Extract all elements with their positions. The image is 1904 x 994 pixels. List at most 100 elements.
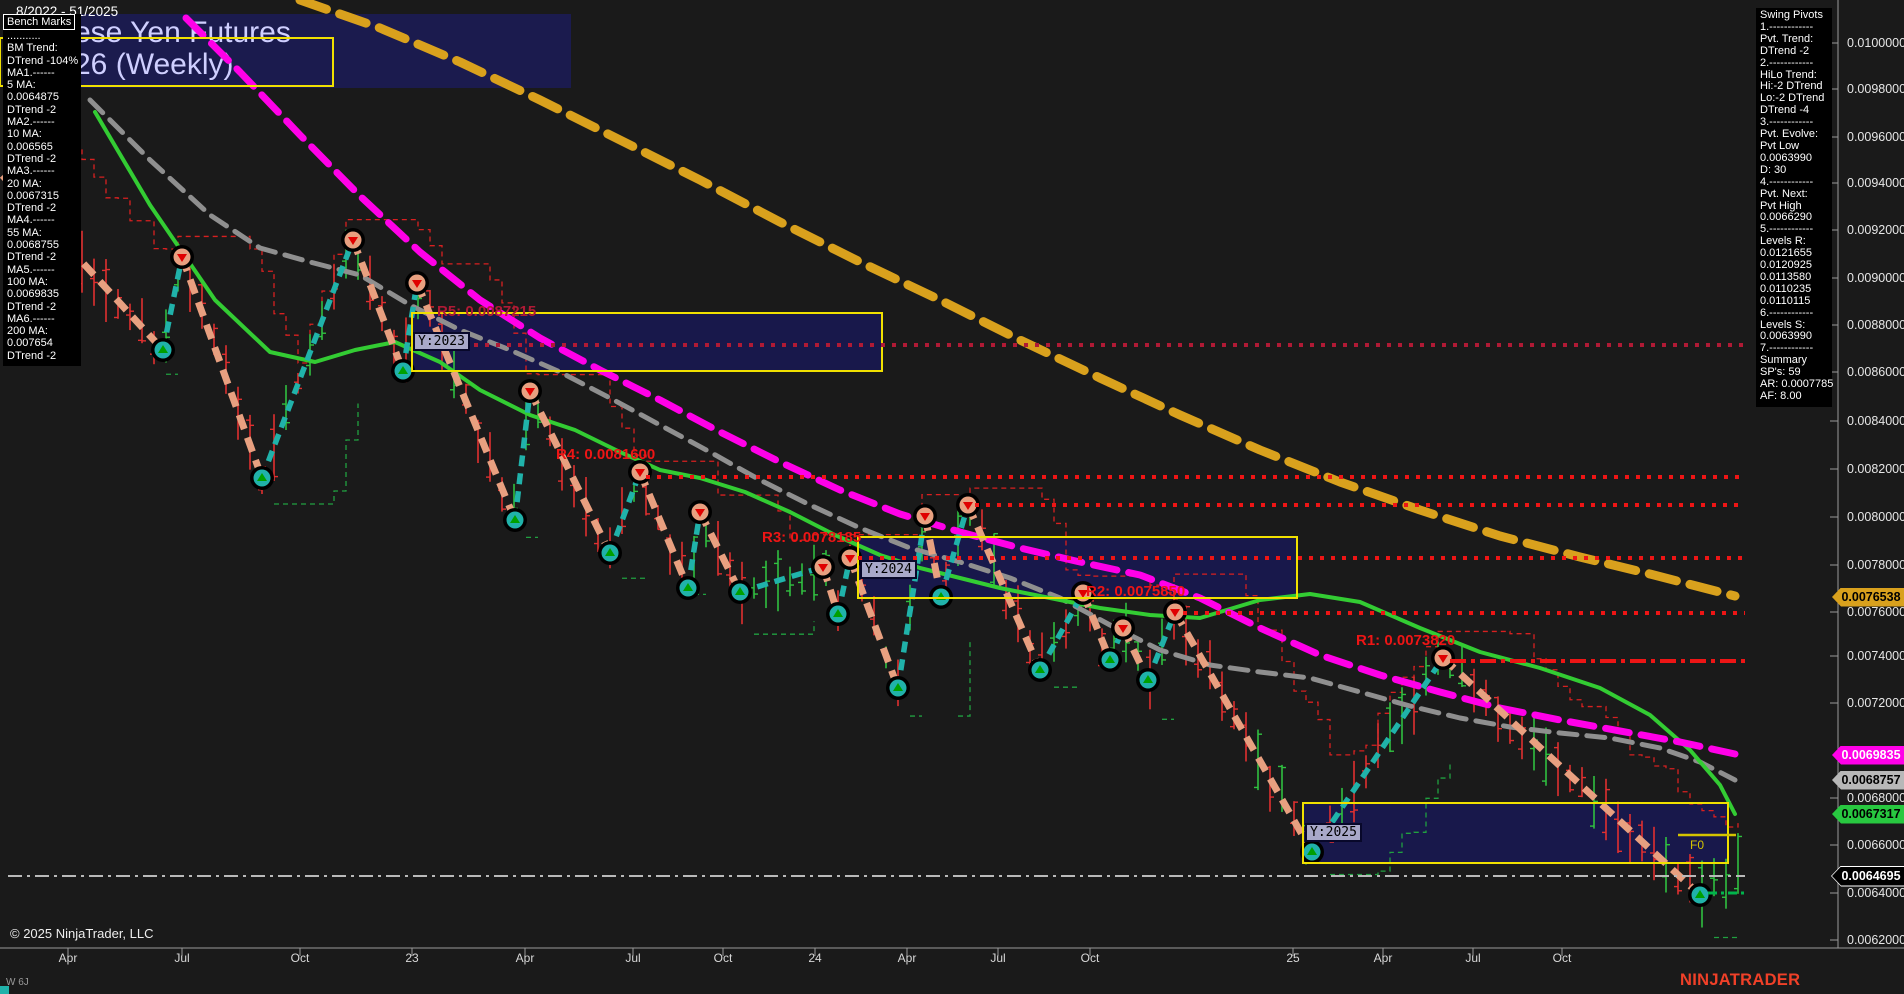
price-axis-label: 0.0100000 — [1847, 36, 1904, 50]
benchmarks-line: MA3.------ — [7, 165, 55, 178]
benchmarks-line: 200 MA: — [7, 325, 48, 338]
time-axis-label: Oct — [1080, 951, 1100, 965]
price-axis-label: 0.0088000 — [1847, 318, 1904, 332]
benchmarks-line: 0.0068755 — [7, 239, 59, 252]
benchmarks-line: 0.0069835 — [7, 288, 59, 301]
swing-pivots-line: 0.0110235 — [1760, 282, 1812, 295]
price-axis-label: 0.0066000 — [1847, 838, 1904, 852]
benchmarks-line: 10 MA: — [7, 128, 42, 141]
time-axis-label: Apr — [897, 951, 917, 965]
zigzag-down-segment — [636, 470, 692, 590]
ninjatrader-chart-window: ese Yen Futures 26 (Weekly) R5: 0.008721… — [0, 0, 1904, 994]
benchmarks-line: 0.0064875 — [7, 91, 59, 104]
status-marker — [0, 986, 9, 994]
benchmarks-line: 0.0067315 — [7, 189, 59, 202]
price-axis-label: 0.0064000 — [1847, 886, 1904, 900]
zigzag-up-segment — [259, 239, 356, 479]
swing-pivots-line: D: 30 — [1760, 163, 1787, 176]
swing-pivots-line: 6.------------ — [1760, 306, 1814, 319]
time-axis-label: Apr — [58, 951, 78, 965]
resistance-level-label: R5: 0.0087215 — [437, 303, 536, 320]
benchmarks-line: DTrend -2 — [7, 152, 57, 165]
time-axis-label: 23 — [405, 951, 419, 965]
benchmarks-line: 0.007654 — [7, 337, 53, 350]
price-axis-label: 0.0062000 — [1847, 933, 1904, 947]
year-label: Y:2024 — [860, 560, 917, 579]
chart-canvas[interactable]: R5: 0.0087215 R4: 0.0081600 R3: 0.0078185 R… — [0, 0, 1904, 994]
price-axis-label: 0.0072000 — [1847, 696, 1904, 710]
resistance-level-label: R4: 0.0081600 — [556, 446, 655, 463]
benchmarks-line: BM Trend: — [7, 42, 58, 55]
last-price-tag: 0.0064695 — [1832, 866, 1904, 886]
time-axis-label: Apr — [515, 951, 535, 965]
time-axis-label: 24 — [808, 951, 822, 965]
price-axis-label: 0.0096000 — [1847, 130, 1904, 144]
time-axis-label: Jul — [1465, 951, 1481, 965]
time-axis-label: Oct — [713, 951, 733, 965]
time-axis-label: 25 — [1286, 951, 1300, 965]
benchmarks-line: MA6.------ — [7, 312, 55, 325]
swing-pivots-panel: Swing Pivots 1.------------ Pvt. Trend: DTr… — [1756, 8, 1833, 407]
price-axis-label: 0.0086000 — [1847, 365, 1904, 379]
time-axis-label: Jul — [174, 951, 190, 965]
year-range-box-fill — [412, 313, 882, 371]
moving-average-gray — [87, 97, 1738, 783]
benchmarks-line: DTrend -2 — [7, 202, 57, 215]
zigzag-down-segment — [696, 510, 744, 594]
benchmarks-line: DTrend -2 — [7, 103, 57, 116]
time-axis-label: Oct — [290, 951, 310, 965]
benchmarks-line: 5 MA: — [7, 79, 36, 92]
ma-magenta-tag: 0.0069835 — [1832, 745, 1904, 765]
ma-green-tag: 0.0067317 — [1832, 804, 1904, 824]
fib-zero-label: F0 — [1690, 838, 1704, 852]
resistance-level-label: R1: 0.0073820 — [1356, 632, 1455, 649]
benchmarks-line: 20 MA: — [7, 177, 42, 190]
swing-pivots-line: 0.0063990 — [1760, 151, 1812, 164]
benchmarks-line: MA5.------ — [7, 263, 55, 276]
ma-gray-tag: 0.0068757 — [1832, 770, 1904, 790]
resistance-level-label: R2: 0.0075850 — [1086, 583, 1185, 600]
benchmarks-line: DTrend -2 — [7, 251, 57, 264]
time-axis-label: Jul — [625, 951, 641, 965]
price-axis-label: 0.0080000 — [1847, 510, 1904, 524]
price-axis-label: 0.0094000 — [1847, 176, 1904, 190]
ninjatrader-logo: NINJATRADER — [1680, 971, 1801, 989]
swing-pivots-line: Pvt. Trend: — [1760, 32, 1814, 45]
time-axis-label: Oct — [1552, 951, 1572, 965]
year-label: Y:2025 — [1305, 823, 1362, 842]
benchmarks-panel: Bench Marks ........... BM Trend: DTrend -… — [3, 14, 81, 367]
price-axis-label: 0.0068000 — [1847, 791, 1904, 805]
swing-pivots-line: DTrend -2 — [1760, 44, 1810, 57]
moving-average-magenta — [182, 14, 1739, 758]
benchmarks-panel-title: Bench Marks — [3, 14, 75, 30]
benchmarks-line: ........... — [7, 30, 41, 42]
price-axis-label: 0.0092000 — [1847, 223, 1904, 237]
benchmarks-line: 0.006565 — [7, 140, 53, 153]
swing-pivots-line: 0.0110115 — [1760, 294, 1811, 307]
zigzag-down-segment — [526, 389, 614, 555]
resistance-level-label: R3: 0.0078185 — [762, 529, 861, 546]
year-label: Y:2023 — [413, 332, 470, 351]
benchmarks-line: 55 MA: — [7, 226, 42, 239]
price-axis-label: 0.0098000 — [1847, 82, 1904, 96]
moving-average-green — [93, 110, 1737, 816]
benchmarks-panel-lines: ........... BM Trend: DTrend -104% MA1.----… — [3, 30, 81, 362]
price-axis-label: 0.0084000 — [1847, 414, 1904, 428]
instrument-label: W 6J — [6, 977, 29, 988]
zigzag-up-segment — [607, 471, 643, 554]
benchmarks-line: MA1.------ — [7, 66, 55, 79]
swing-pivots-line: 2.------------ — [1760, 56, 1814, 69]
swing-pivots-line: Pvt. Next: — [1760, 187, 1808, 200]
moving-average-gold — [295, 0, 1740, 601]
copyright-label: © 2025 NinjaTrader, LLC — [10, 926, 154, 941]
benchmarks-line: 100 MA: — [7, 275, 48, 288]
time-axis-label: Jul — [990, 951, 1006, 965]
zigzag-down-segment — [1171, 610, 1316, 854]
benchmarks-line: DTrend -2 — [7, 349, 57, 362]
benchmarks-line: MA2.------ — [7, 116, 55, 129]
ma-gold-tag: 0.0076538 — [1832, 587, 1904, 607]
year-range-box-fill — [1303, 803, 1728, 863]
price-axis-label: 0.0074000 — [1847, 649, 1904, 663]
price-axis-label: 0.0090000 — [1847, 271, 1904, 285]
price-axis-label: 0.0082000 — [1847, 462, 1904, 476]
